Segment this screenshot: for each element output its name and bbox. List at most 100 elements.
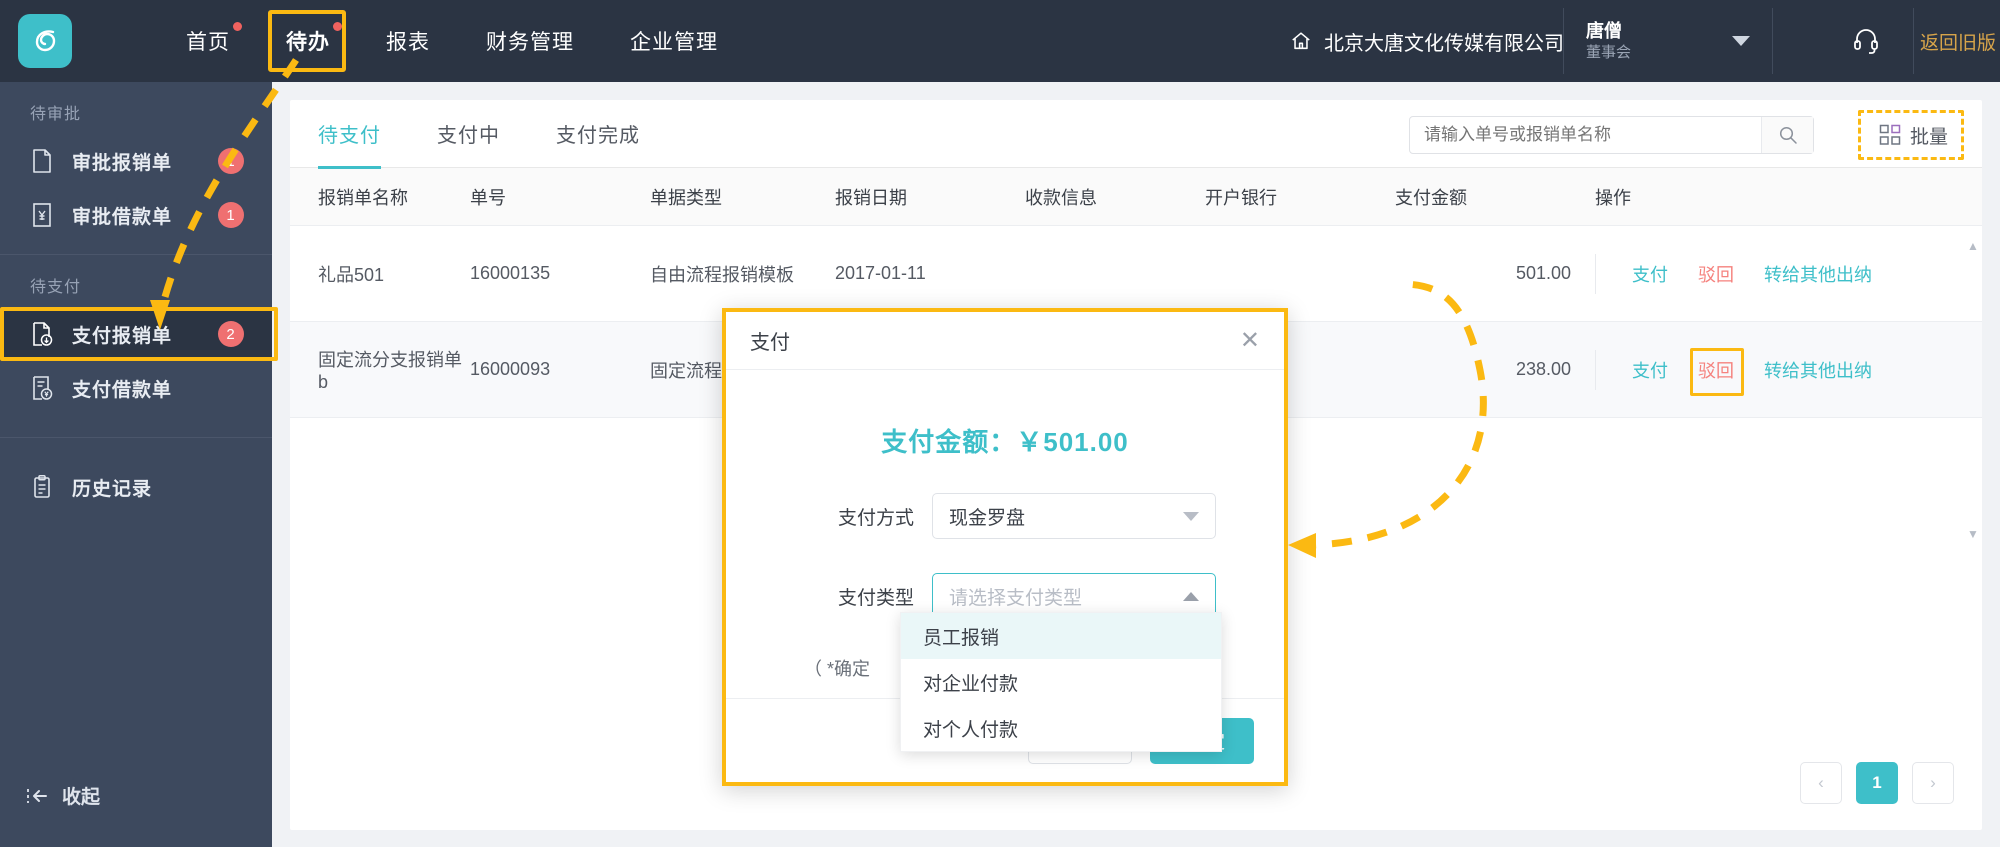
action-transfer-button[interactable]: 转给其他出纳	[1764, 357, 1872, 383]
payment-type-dropdown: 员工报销 对企业付款 对个人付款	[900, 612, 1222, 752]
sidebar-item-pay-expense[interactable]: 支付报销单 2	[0, 307, 272, 361]
primary-navigation: 首页 待办 报表 财务管理 企业管理	[158, 0, 746, 82]
chevron-down-icon	[1732, 36, 1750, 46]
search-box	[1409, 116, 1814, 154]
grid-icon	[1879, 124, 1901, 145]
cell-date: 2017-01-11	[835, 263, 926, 283]
amount-value: 238.00	[1515, 359, 1571, 379]
tab-payment-complete[interactable]: 支付完成	[556, 100, 640, 168]
cell-order-no: 16000093	[470, 359, 551, 379]
nav-item-finance[interactable]: 财务管理	[458, 0, 602, 82]
field-label: 支付类型	[837, 587, 914, 609]
batch-label: 批量	[1909, 126, 1948, 148]
chevron-up-icon	[1183, 591, 1199, 601]
tab-label: 支付完成	[556, 125, 640, 147]
collapse-left-icon	[27, 788, 47, 803]
pagination-next-button[interactable]: ›	[1912, 762, 1954, 804]
dropdown-option-individual-payment[interactable]: 对个人付款	[901, 705, 1221, 751]
badge-count: 1	[218, 202, 244, 228]
action-reject-button[interactable]: 驳回	[1698, 261, 1734, 287]
user-menu[interactable]: 唐僧 董事会	[1563, 8, 1773, 74]
left-sidebar: 待审批 审批报销单 1 审批借款单 1 待支付 支付报销单 2 支付借款单 历史…	[0, 82, 278, 847]
search-input[interactable]	[1410, 125, 1761, 145]
col-header-bank: 开户银行	[1205, 187, 1277, 208]
application-root: 首页 待办 报表 财务管理 企业管理 北京大唐文化传媒有限公司 唐僧 董事会 返…	[0, 0, 2000, 847]
col-header-payee: 收款信息	[1025, 187, 1097, 208]
field-label: 支付方式	[837, 507, 914, 529]
amount-value: 501.00	[1515, 263, 1571, 283]
sidebar-item-approve-expense[interactable]: 审批报销单 1	[0, 134, 272, 188]
table-scrollbar[interactable]: ▲ ▼	[1966, 240, 1980, 540]
company-selector[interactable]: 北京大唐文化传媒有限公司	[1290, 0, 1564, 82]
payment-type-placeholder: 请选择支付类型	[949, 587, 1083, 609]
pagination: ‹ 1 ›	[1800, 762, 1954, 804]
nav-label: 首页	[186, 31, 230, 54]
dropdown-option-enterprise-payment[interactable]: 对企业付款	[901, 659, 1221, 705]
batch-button[interactable]: 批量	[1873, 116, 1954, 154]
nav-label: 报表	[386, 31, 430, 54]
pagination-prev-label: ‹	[1818, 773, 1824, 792]
action-pay-button[interactable]: 支付	[1632, 357, 1668, 383]
nav-label: 企业管理	[630, 31, 718, 54]
close-icon[interactable]: ✕	[1240, 328, 1260, 353]
sidebar-item-pay-loan[interactable]: 支付借款单	[0, 361, 272, 415]
pagination-page-1[interactable]: 1	[1856, 762, 1898, 804]
app-logo[interactable]	[18, 14, 72, 68]
cell-actions: 支付 驳回 转给其他出纳	[1595, 253, 1982, 294]
sidebar-divider	[0, 437, 272, 438]
sidebar-group-label-pending-payment: 待支付	[30, 279, 82, 296]
old-version-label: 返回旧版	[1920, 32, 1997, 54]
home-icon	[1292, 32, 1310, 50]
option-label: 员工报销	[923, 627, 1000, 649]
top-header-bar: 首页 待办 报表 财务管理 企业管理 北京大唐文化传媒有限公司 唐僧 董事会 返…	[0, 0, 2000, 82]
action-divider	[1595, 349, 1596, 390]
cell-name: 固定流分支报销单b	[318, 350, 462, 392]
pagination-prev-button[interactable]: ‹	[1800, 762, 1842, 804]
dialog-title: 支付	[750, 332, 790, 354]
tab-pending-payment[interactable]: 待支付	[318, 100, 381, 169]
pay-loan-icon	[30, 375, 54, 401]
option-label: 对个人付款	[923, 719, 1019, 741]
sidebar-collapse-button[interactable]: 收起	[26, 782, 100, 809]
pay-document-icon	[30, 321, 54, 347]
col-header-actions: 操作	[1595, 187, 1631, 208]
scroll-down-arrow-icon[interactable]: ▼	[1967, 528, 1979, 540]
badge-count: 1	[218, 148, 244, 174]
cell-doc-type: 自由流程报销模板	[650, 264, 794, 285]
cell-amount: 501.00	[1395, 263, 1595, 284]
nav-item-reports[interactable]: 报表	[358, 0, 458, 82]
sidebar-item-label: 审批报销单	[72, 152, 173, 174]
sidebar-item-history[interactable]: 历史记录	[0, 460, 272, 514]
search-icon	[1779, 126, 1797, 144]
option-label: 对企业付款	[923, 673, 1019, 695]
action-transfer-button[interactable]: 转给其他出纳	[1764, 261, 1872, 287]
collapse-label: 收起	[62, 787, 101, 808]
pagination-next-label: ›	[1930, 773, 1936, 792]
sidebar-item-approve-loan[interactable]: 审批借款单 1	[0, 188, 272, 242]
cell-actions: 支付 驳回 转给其他出纳	[1595, 349, 1982, 390]
action-reject-button[interactable]: 驳回	[1698, 357, 1734, 383]
nav-item-todo[interactable]: 待办	[258, 0, 358, 82]
sidebar-item-label: 支付报销单	[72, 325, 173, 347]
notification-dot-icon	[233, 22, 242, 31]
pagination-page-label: 1	[1872, 773, 1882, 792]
payment-method-select[interactable]: 现金罗盘	[932, 493, 1216, 539]
tab-paying[interactable]: 支付中	[437, 100, 500, 168]
dropdown-option-employee-reimbursement[interactable]: 员工报销	[901, 613, 1221, 659]
clipboard-icon	[30, 474, 54, 500]
col-header-doc-type: 单据类型	[650, 187, 722, 208]
action-pay-button[interactable]: 支付	[1632, 261, 1668, 287]
cell-order-no: 16000135	[470, 263, 551, 283]
company-name: 北京大唐文化传媒有限公司	[1324, 32, 1564, 55]
user-name: 唐僧	[1586, 20, 1622, 41]
notification-dot-icon	[333, 22, 342, 31]
back-to-old-version-link[interactable]: 返回旧版	[1920, 0, 1996, 82]
scroll-up-arrow-icon[interactable]: ▲	[1967, 240, 1979, 252]
nav-item-enterprise[interactable]: 企业管理	[602, 0, 746, 82]
tab-bar: 待支付 支付中 支付完成 请输入单号或报销单名称 批量	[290, 100, 1982, 169]
search-button[interactable]	[1761, 117, 1813, 153]
tab-label: 支付中	[437, 125, 500, 147]
field-payment-method: 支付方式 现金罗盘	[726, 493, 1284, 539]
nav-item-home[interactable]: 首页	[158, 0, 258, 82]
support-button[interactable]	[1818, 8, 1914, 74]
